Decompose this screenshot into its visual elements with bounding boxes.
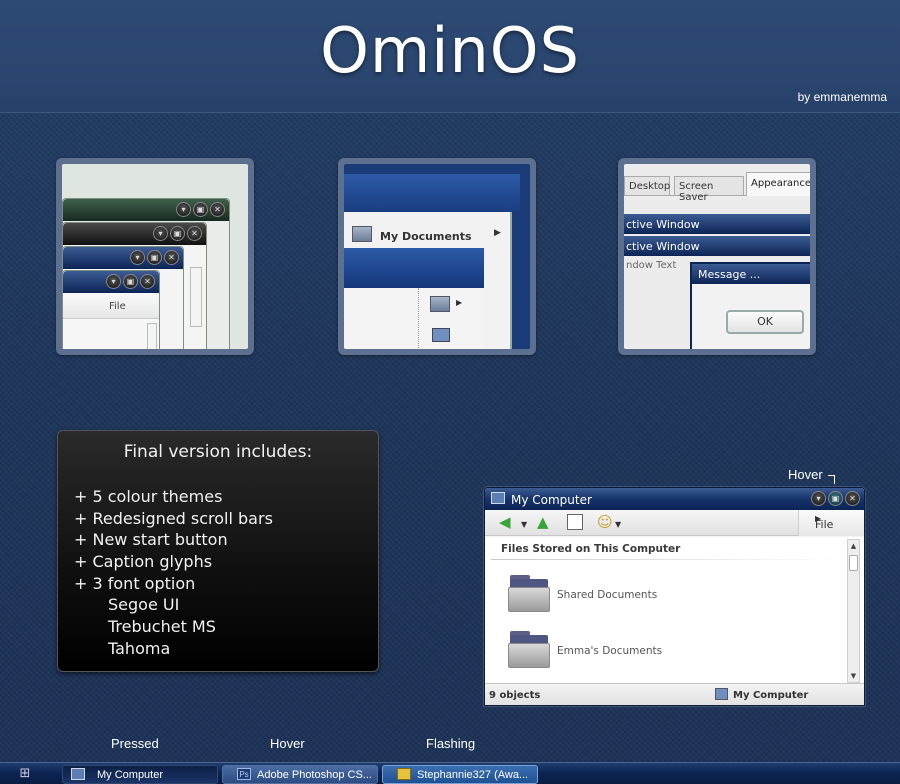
features-panel: Final version includes: + 5 colour theme… [57, 430, 379, 672]
messenger-icon [397, 768, 411, 780]
folder-icon [508, 575, 550, 613]
user-face-icon[interactable]: ☺ [597, 514, 613, 530]
font-option-item: Segoe UI [108, 595, 180, 615]
folder-label: Shared Documents [557, 589, 658, 601]
scroll-up-icon[interactable]: ▲ [848, 540, 859, 552]
computer-icon [432, 328, 450, 342]
message-box-title: Message ... [692, 264, 810, 284]
flashing-label: Flashing [426, 736, 476, 751]
views-icon[interactable]: ◧ [567, 514, 583, 530]
author-byline: by emmanemma [797, 90, 887, 104]
hover-caption-label: Hover [788, 467, 823, 482]
computer-icon [715, 688, 728, 700]
file-menu-label: File [109, 301, 126, 312]
submenu-arrow-icon: ▶ [456, 298, 463, 307]
my-computer-window[interactable]: My Computer ▾ ▣ ✕ ◀ ▼ ▲ ◧ ☺ ▼ File ▶ Fil… [484, 487, 865, 706]
pressed-label: Pressed [111, 736, 159, 751]
window-text-sample: ndow Text [626, 260, 677, 271]
maximize-icon[interactable]: ▣ [828, 491, 843, 506]
list-item[interactable]: Shared Documents [505, 575, 805, 615]
menu-arrow-icon: ▶ [815, 514, 822, 523]
list-item[interactable]: Emma's Documents [505, 631, 805, 671]
hover-label: Hover [270, 736, 305, 751]
photoshop-icon: Ps [237, 768, 251, 780]
object-count: 9 objects [489, 690, 541, 701]
section-divider [491, 559, 846, 560]
preview-stacked-windows: ▾ ▣ ✕ ▾ ▣ ✕ ▾ ▣ ✕ ▾ ▣ ✕ File [56, 158, 254, 355]
close-icon: ✕ [210, 202, 225, 217]
maximize-icon: ▣ [193, 202, 208, 217]
my-documents-label: My Documents [380, 230, 472, 243]
folder-label: Emma's Documents [557, 645, 663, 657]
font-option-item: Tahoma [108, 638, 171, 658]
features-title: Final version includes: [123, 442, 313, 462]
hover-pointer-line [828, 475, 835, 484]
ok-button[interactable]: OK [726, 310, 804, 334]
taskbar-button-messenger[interactable]: Stephannie327 (Awa... [382, 765, 538, 784]
list-item: + New start button [74, 530, 228, 550]
taskbar-button-photoshop[interactable]: Ps Adobe Photoshop CS... [222, 765, 378, 784]
close-icon[interactable]: ✕ [845, 491, 860, 506]
close-icon: ✕ [164, 250, 179, 265]
list-item: + 3 font option [74, 573, 196, 593]
tab-appearance[interactable]: Appearance [746, 172, 810, 196]
dropdown-arrow-icon[interactable]: ▼ [615, 517, 621, 533]
computer-icon [491, 492, 505, 504]
active-window-sample: ctive Window [624, 214, 810, 234]
minimize-icon: ▾ [176, 202, 191, 217]
close-icon: ✕ [187, 226, 202, 241]
up-arrow-icon[interactable]: ▲ [537, 514, 549, 530]
page-title: OminOS [320, 14, 580, 87]
vertical-scrollbar[interactable]: ▲ ▼ [847, 539, 860, 683]
status-bar: 9 objects My Computer [485, 683, 864, 705]
minimize-icon: ▾ [106, 274, 121, 289]
taskbar-button-my-computer[interactable]: My Computer [62, 765, 218, 784]
taskbar-button-label: Adobe Photoshop CS... [257, 769, 372, 781]
documents-folder-icon [352, 226, 372, 242]
status-location: My Computer [733, 690, 809, 701]
preview-documents-menu: My Documents ▶ ▶ [338, 158, 536, 355]
window-caption-bar[interactable]: My Computer ▾ ▣ ✕ [485, 488, 864, 510]
maximize-icon: ▣ [123, 274, 138, 289]
dropdown-arrow-icon[interactable]: ▼ [521, 517, 527, 533]
folder-icon [508, 631, 550, 669]
computer-icon [71, 768, 85, 780]
taskbar-button-label: Stephannie327 (Awa... [417, 769, 529, 781]
file-menu-button[interactable]: File ▶ [798, 510, 864, 536]
font-option-item: Trebuchet MS [108, 617, 216, 637]
maximize-icon: ▣ [147, 250, 162, 265]
preview-appearance-dialog: Desktop Screen Saver Appearance ctive Wi… [618, 158, 816, 355]
scroll-thumb[interactable] [849, 555, 858, 571]
section-header: Files Stored on This Computer [501, 543, 681, 555]
toolbar: ◀ ▼ ▲ ◧ ☺ ▼ File ▶ [485, 510, 864, 536]
taskbar: ⊞ My Computer Ps Adobe Photoshop CS... S… [0, 762, 900, 784]
network-icon [430, 296, 450, 312]
file-view: Files Stored on This Computer Shared Doc… [485, 537, 864, 685]
minimize-icon[interactable]: ▾ [811, 491, 826, 506]
list-item: + Caption glyphs [74, 552, 213, 572]
scroll-down-icon[interactable]: ▼ [848, 670, 859, 682]
features-list: + 5 colour themes + Redesigned scroll ba… [74, 486, 273, 660]
start-button[interactable]: ⊞ [14, 766, 36, 782]
window-title: My Computer [511, 493, 592, 507]
maximize-icon: ▣ [170, 226, 185, 241]
list-item: + 5 colour themes [74, 487, 223, 506]
close-icon: ✕ [140, 274, 155, 289]
tab-screen-saver[interactable]: Screen Saver [674, 176, 744, 203]
back-arrow-icon[interactable]: ◀ [499, 514, 511, 530]
tab-desktop[interactable]: Desktop [624, 176, 670, 196]
inactive-window-sample: ctive Window [624, 236, 810, 256]
minimize-icon: ▾ [130, 250, 145, 265]
minimize-icon: ▾ [153, 226, 168, 241]
submenu-arrow-icon: ▶ [494, 228, 501, 238]
list-item: + Redesigned scroll bars [74, 508, 273, 528]
taskbar-button-label: My Computer [97, 769, 164, 781]
